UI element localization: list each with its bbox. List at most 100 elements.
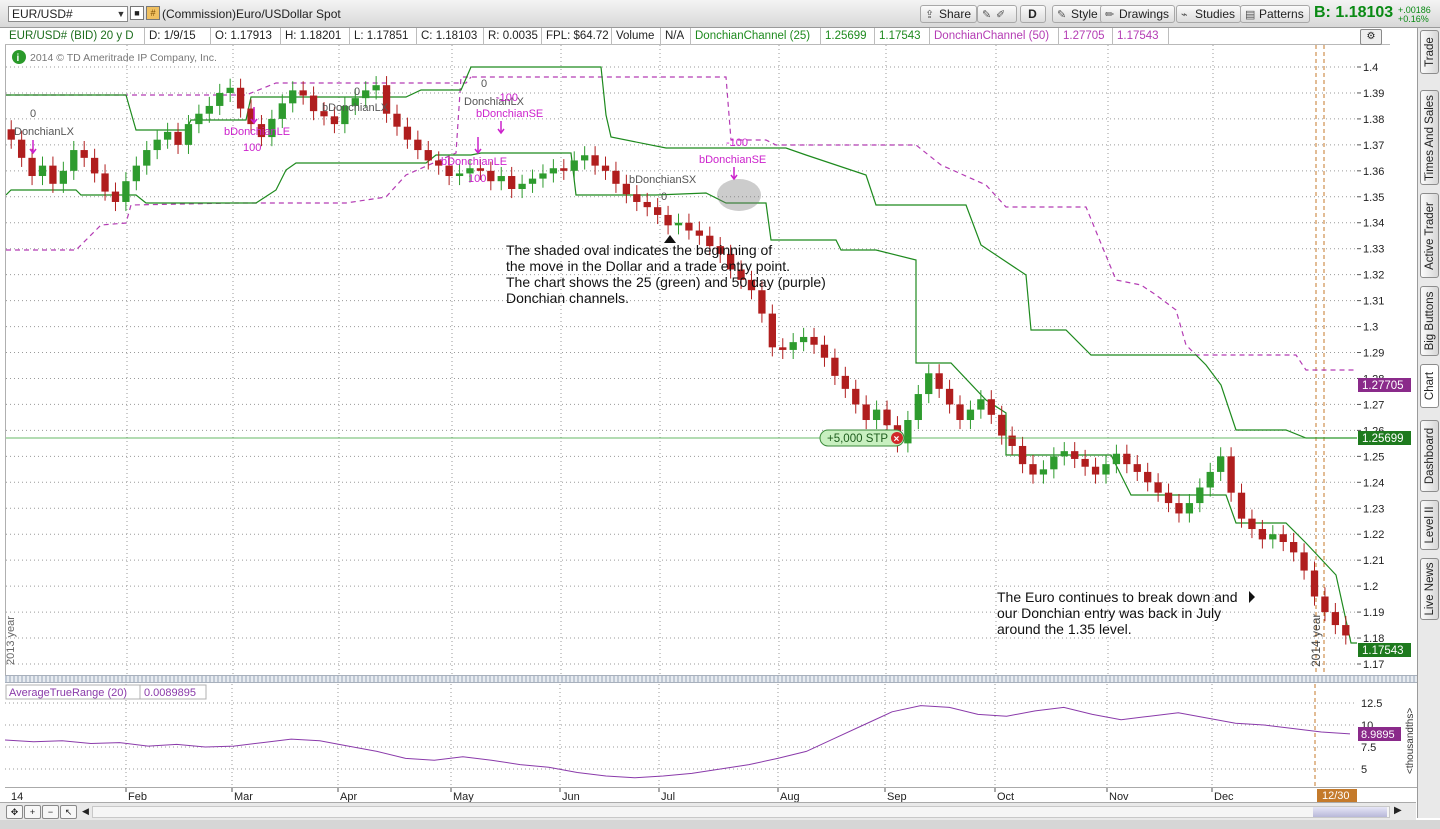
candle-body [184,124,193,145]
pen-icon: ✐ [996,9,1006,21]
change-percent: +0.16% [1398,14,1429,24]
price-axis-label: 1.19 [1363,607,1384,619]
panel-splitter[interactable] [5,675,1417,683]
candle-body [977,399,985,410]
drawings-button[interactable]: ✏ Drawings [1100,5,1176,23]
patterns-icon: ▤ [1245,9,1256,21]
candle-body [768,313,776,348]
candle-body [289,90,297,104]
candle-body [841,375,849,389]
aggregation-button[interactable]: D [1020,5,1046,23]
price-axis-label: 1.4 [1363,62,1378,74]
hash-icon[interactable]: # [146,6,160,20]
svg-text:2014 © TD Ameritrade IP Compan: 2014 © TD Ameritrade IP Company, Inc. [30,52,217,64]
pan-icon[interactable]: ✥ [6,805,23,819]
scroll-left-icon[interactable]: ◀ [82,806,89,817]
candle-body [205,105,213,114]
candle-body [1196,487,1204,504]
candle-body [664,214,672,226]
price-axis-label: 1.39 [1363,88,1384,100]
candlestick-series [7,76,1350,645]
candle-body [1310,570,1319,597]
symbol-input[interactable]: EUR/USD# [8,6,128,22]
price-axis-label: 1.32 [1363,270,1384,282]
drawing-tools-button[interactable]: ✎ ✐ [977,5,1017,23]
tab-trade[interactable]: Trade [1420,30,1439,74]
atr-axis: 12.5 10 7.5 5 8.9895 <thousandths> [1357,684,1417,787]
price-chart[interactable]: 2013 year 2014 year +5,000 STP × 0 Donchi… [5,45,1358,675]
candle-body [1258,529,1267,540]
symbol-description: (Commission)Euro/USDollar Spot [162,7,341,21]
signal-label: bDonchianLE [441,156,507,168]
link-icon[interactable]: ■ [130,6,144,20]
share-button[interactable]: ⇪ Share [920,5,978,23]
side-panel-tabs: Trade Times And Sales Active Trader Big … [1417,28,1440,818]
candle-body [455,173,464,177]
price-chart-panel[interactable]: 2013 year 2014 year +5,000 STP × 0 Donchi… [5,45,1358,675]
candle-body [80,150,88,158]
patterns-button[interactable]: ▤ Patterns [1240,5,1310,23]
scrollbar-thumb[interactable] [1313,807,1387,817]
current-date-badge: 12/30 [1317,789,1357,802]
tab-big-buttons[interactable]: Big Buttons [1420,286,1439,356]
signal-arrow [497,121,505,135]
atr-axis-svg: 12.5107.55 8.9895 <thousandths> [1358,698,1416,776]
candle-body [1112,453,1121,465]
candle-body [560,168,568,171]
candle-body [779,347,787,350]
svg-text:1.17543: 1.17543 [1362,645,1404,657]
info-low: L: 1.17851 [350,28,417,45]
time-axis[interactable]: 14 Feb Mar Apr May Jun Jul Aug Sep Oct Nov Dec 12/3… [5,787,1417,803]
tab-active-trader[interactable]: Active Trader [1420,193,1439,278]
tab-chart[interactable]: Chart [1420,364,1439,408]
signal-label: 0 [661,191,667,203]
symbol-dropdown-icon[interactable]: ▼ [114,6,128,22]
info-volume-label: Volume [612,28,661,45]
chart-settings-icon[interactable]: ⚙ [1360,29,1382,45]
copyright-note: i 2014 © TD Ameritrade IP Company, Inc. [12,50,217,64]
signal-label: -100 [726,137,748,149]
candle-body [309,95,318,112]
candle-body [612,170,620,184]
candle-body [1227,456,1235,493]
info-donchian25-label: DonchianChannel (25) [691,28,821,45]
atr-header: AverageTrueRange (20) 0.0089895 [5,684,207,700]
signal-arrow [474,137,482,155]
stop-order-tag[interactable]: +5,000 STP × [819,429,905,447]
tab-times-and-sales[interactable]: Times And Sales [1420,90,1439,185]
price-axis-label: 1.25 [1363,451,1384,463]
zoom-out-icon[interactable]: − [42,805,59,819]
svg-text:AverageTrueRange (20): AverageTrueRange (20) [9,687,127,699]
chart-scrollbar[interactable] [92,806,1390,818]
signal-label: bDonchianLE [224,126,290,138]
cursor-icon[interactable]: ↖ [60,805,77,819]
candle-body [799,336,808,343]
candle-body [1279,534,1287,543]
atr-units: <thousandths> [1405,708,1416,774]
candle-body [1008,435,1016,446]
candle-body [1342,625,1350,636]
info-open: O: 1.17913 [211,28,281,45]
svg-text:The Euro continues to break do: The Euro continues to break down and [997,589,1238,605]
price-axis-label: 1.2 [1363,581,1378,593]
studies-button[interactable]: ⌁ Studies [1176,5,1242,23]
candle-body [362,90,370,99]
annotation-1: The shaded oval indicates the beginning … [506,235,826,306]
svg-text:+5,000 STP: +5,000 STP [827,433,888,445]
scroll-right-icon[interactable]: ▶ [1394,805,1402,816]
atr-axis-label: 12.5 [1361,698,1382,710]
chart-info-bar: EUR/USD# (BID) 20 y D D: 1/9/15 O: 1.179… [5,28,1390,45]
candle-body [539,173,547,179]
price-axis-labels: 1.4 1.39 1.38 1.37 1.36 1.35 1.34 1.33 1.32 1.31 1… [1357,62,1384,671]
tab-level-ii[interactable]: Level II [1420,500,1439,550]
tab-dashboard[interactable]: Dashboard [1420,420,1439,492]
tab-live-news[interactable]: Live News [1420,558,1439,620]
zoom-in-icon[interactable]: + [24,805,41,819]
candle-body [236,87,245,109]
svg-text:The shaded oval indicates the: The shaded oval indicates the beginning … [506,242,772,258]
style-button[interactable]: ✎ Style [1052,5,1104,23]
candle-body [508,176,516,189]
price-axis[interactable]: 1.4 1.39 1.38 1.37 1.36 1.35 1.34 1.33 1.32 1.31 1… [1357,45,1417,675]
window-bottom-border [0,820,1440,829]
donchian50-badge: 1.27705 [1358,378,1411,392]
